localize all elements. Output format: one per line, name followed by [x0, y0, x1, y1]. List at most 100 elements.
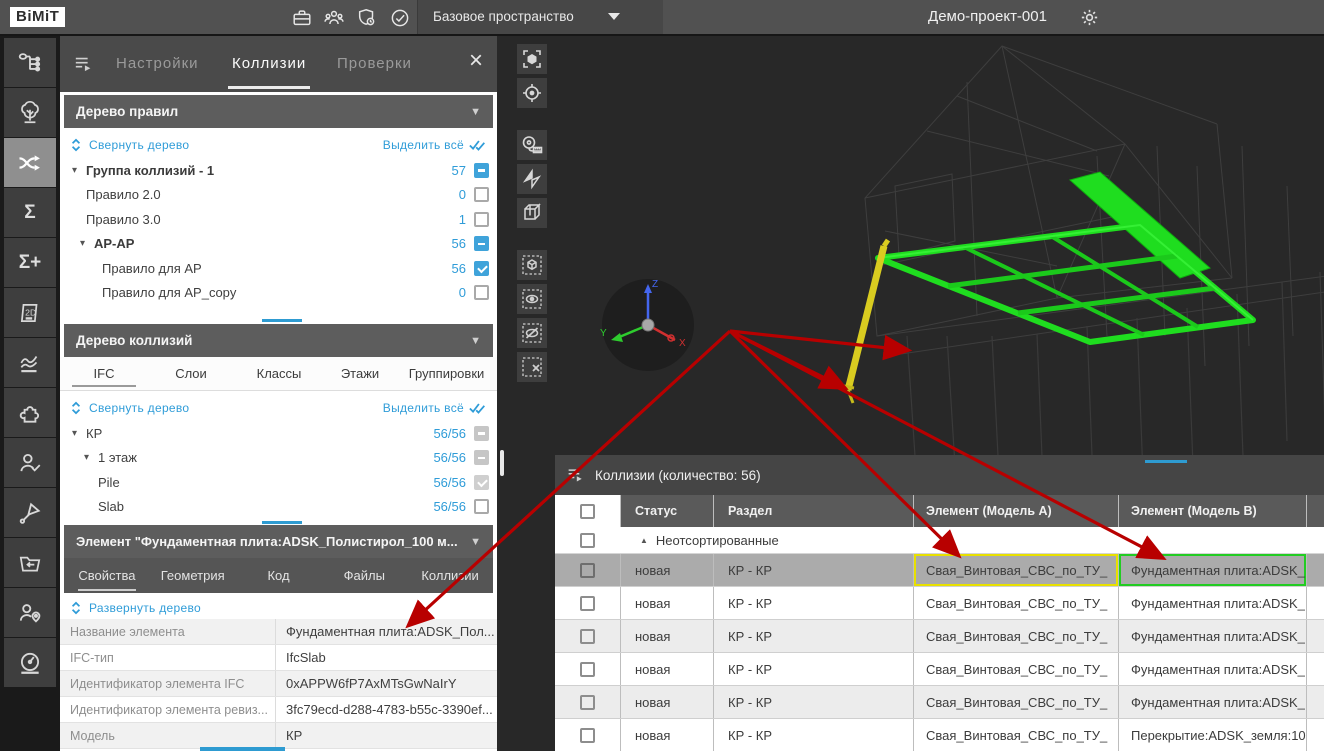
checkbox-indeterminate[interactable] [474, 426, 489, 441]
model-tree-icon[interactable] [4, 88, 56, 137]
collapse-tree-icon[interactable] [70, 401, 82, 415]
collapse-tree-link[interactable]: Свернуть дерево [89, 401, 189, 415]
row-checkbox[interactable] [580, 695, 595, 710]
column-element-a[interactable]: Элемент (Модель А) [914, 495, 1119, 527]
folder-import-icon[interactable] [4, 538, 56, 587]
user-check-icon[interactable] [4, 438, 56, 487]
column-section[interactable]: Раздел [714, 495, 914, 527]
tree-expand-icon[interactable]: ▾ [72, 165, 86, 176]
gear-icon[interactable] [1078, 6, 1100, 28]
tab-collisions[interactable]: Коллизии [232, 55, 306, 72]
sheet-2d-icon[interactable]: 2D [4, 288, 56, 337]
rules-section-header[interactable]: Дерево правил ▼ [64, 95, 493, 128]
collapse-tree-icon[interactable] [70, 138, 82, 152]
tree-expand-icon[interactable]: ▾ [72, 428, 86, 439]
section-plane-icon[interactable] [517, 164, 547, 194]
vertical-scrollbar[interactable] [500, 450, 504, 476]
row-checkbox[interactable] [580, 563, 595, 578]
table-row[interactable]: новаяКР - КР Свая_Винтовая_СВС_по_ТУ_Фун… [555, 653, 1324, 686]
element-section-header[interactable]: Элемент "Фундаментная плита:ADSK_Полисти… [64, 525, 493, 558]
select-all-icon[interactable] [469, 139, 487, 152]
briefcase-icon[interactable] [291, 7, 313, 29]
checkbox-indeterminate[interactable] [474, 450, 489, 465]
tree-row[interactable]: ▾Группа коллизий - 157 [60, 158, 497, 183]
checkbox-checked[interactable] [474, 261, 489, 276]
select-all-icon[interactable] [469, 402, 487, 415]
tab-code[interactable]: Код [236, 568, 322, 583]
tree-row[interactable]: ▾КР56/56 [60, 421, 497, 446]
trowel-icon[interactable] [4, 488, 56, 537]
tab-ifc[interactable]: IFC [60, 366, 148, 381]
row-checkbox[interactable] [580, 629, 595, 644]
tree-row[interactable]: Правило 2.00 [60, 183, 497, 208]
checkbox[interactable] [474, 187, 489, 202]
row-checkbox[interactable] [580, 728, 595, 743]
expand-tree-icon[interactable] [70, 601, 82, 615]
show-selection-icon[interactable] [517, 284, 547, 314]
checkbox[interactable] [474, 285, 489, 300]
orbit-target-icon[interactable] [517, 78, 547, 108]
clear-selection-icon[interactable] [517, 352, 547, 382]
column-element-b[interactable]: Элемент (Модель В) [1119, 495, 1307, 527]
tab-collisions-el[interactable]: Коллизии [407, 568, 493, 583]
tab-groupings[interactable]: Группировки [396, 366, 497, 381]
sum-plus-icon[interactable]: Σ+ [4, 238, 56, 287]
measure-icon[interactable] [517, 130, 547, 160]
table-row[interactable]: новаяКР - КР Свая_Винтовая_СВС_по_ТУ_Фун… [555, 620, 1324, 653]
tab-layers[interactable]: Слои [148, 366, 234, 381]
row-checkbox[interactable] [580, 596, 595, 611]
structure-tree-icon[interactable] [4, 38, 56, 87]
horizontal-scrollbar[interactable] [262, 319, 302, 322]
close-icon[interactable]: × [469, 49, 483, 73]
team-icon[interactable] [323, 7, 345, 29]
check-circle-icon[interactable] [389, 7, 411, 29]
group-row[interactable]: ▲ Неотсортированные [555, 527, 1324, 554]
select-all-link[interactable]: Выделить всё [383, 138, 464, 152]
collapse-group-icon[interactable]: ▲ [640, 536, 648, 545]
panel-menu-icon[interactable] [74, 54, 94, 74]
table-menu-icon[interactable] [567, 466, 585, 484]
user-location-icon[interactable] [4, 588, 56, 637]
table-row[interactable]: новаяКР - КР Свая_Винтовая_СВС_по_ТУ_Фун… [555, 587, 1324, 620]
tab-geometry[interactable]: Геометрия [150, 568, 236, 583]
sum-icon[interactable]: Σ [4, 188, 56, 237]
dashboard-icon[interactable] [4, 638, 56, 687]
column-status[interactable]: Статус [621, 495, 714, 527]
checkbox-indeterminate[interactable] [474, 236, 489, 251]
clip-box-icon[interactable] [517, 198, 547, 228]
workspace-dropdown[interactable]: Базовое пространство [417, 0, 663, 34]
clash-detect-icon[interactable] [4, 138, 56, 187]
tab-checks[interactable]: Проверки [337, 55, 412, 72]
horizontal-scrollbar[interactable] [262, 521, 302, 524]
tree-expand-icon[interactable]: ▾ [80, 238, 94, 249]
table-row[interactable]: новаяКР - КР Свая_Винтовая_СВС_по_ТУ_Пер… [555, 719, 1324, 751]
tab-properties[interactable]: Свойства [64, 568, 150, 583]
checkbox[interactable] [474, 499, 489, 514]
expand-tree-link[interactable]: Развернуть дерево [89, 601, 201, 615]
select-all-checkbox[interactable] [580, 504, 595, 519]
group-checkbox[interactable] [580, 533, 595, 548]
tree-row[interactable]: ▾АР-АР56 [60, 232, 497, 257]
table-row[interactable]: новая КР - КР Свая_Винтовая_СВС_по_ТУ_ Ф… [555, 554, 1324, 587]
tab-files[interactable]: Файлы [321, 568, 407, 583]
checkbox[interactable] [474, 212, 489, 227]
graph-icon[interactable] [4, 338, 56, 387]
plugin-icon[interactable] [4, 388, 56, 437]
collapse-tree-link[interactable]: Свернуть дерево [89, 138, 189, 152]
hide-selection-icon[interactable] [517, 318, 547, 348]
tab-classes[interactable]: Классы [234, 366, 324, 381]
tree-row[interactable]: Правило 3.01 [60, 207, 497, 232]
tree-expand-icon[interactable]: ▾ [84, 452, 98, 463]
isolate-selection-icon[interactable] [517, 250, 547, 280]
checkbox-checked[interactable] [474, 475, 489, 490]
checkbox-indeterminate[interactable] [474, 163, 489, 178]
row-checkbox[interactable] [580, 662, 595, 677]
horizontal-scrollbar[interactable] [200, 747, 285, 751]
tree-row[interactable]: Правило для АР56 [60, 256, 497, 281]
select-all-link[interactable]: Выделить всё [383, 401, 464, 415]
tab-settings[interactable]: Настройки [116, 55, 199, 72]
tree-row[interactable]: Slab56/56 [60, 495, 497, 520]
table-row[interactable]: новаяКР - КР Свая_Винтовая_СВС_по_ТУ_Фун… [555, 686, 1324, 719]
collision-section-header[interactable]: Дерево коллизий ▼ [64, 324, 493, 357]
horizontal-scrollbar[interactable] [1145, 460, 1187, 463]
